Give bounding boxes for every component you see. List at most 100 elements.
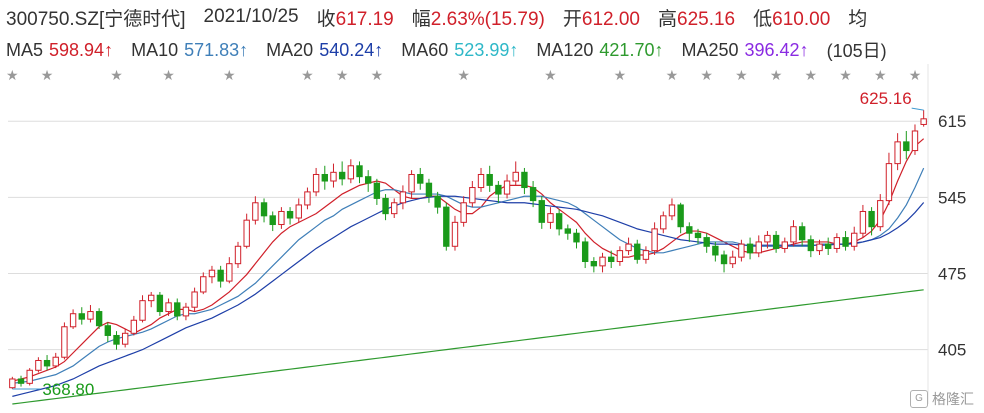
event-marker-icon: ★ — [223, 68, 236, 84]
candle-body — [599, 256, 606, 267]
event-marker-icon: ★ — [41, 68, 54, 84]
candle-body — [651, 228, 658, 252]
candle-body — [52, 356, 59, 367]
candle-body — [373, 182, 381, 199]
candle-body — [330, 171, 337, 182]
ma-legend-value: 571.83↑ — [184, 39, 249, 60]
candle-body — [35, 359, 42, 371]
candle-body — [234, 245, 242, 265]
watermark: G 格隆汇 — [910, 389, 974, 409]
candle-body — [243, 219, 250, 247]
candle-body — [686, 226, 693, 234]
candle-body — [668, 204, 676, 217]
candle-body — [877, 200, 884, 228]
ma-legend-label: MA120 — [536, 39, 594, 60]
ma-legend-value: (105日) — [826, 41, 887, 61]
ma-legend-item: MA10 571.83↑ — [131, 40, 248, 61]
close-label: 收 — [316, 8, 336, 30]
candle-body — [642, 250, 650, 260]
y-tick-label: 405 — [938, 341, 966, 360]
event-marker-icon: ★ — [457, 68, 470, 84]
candle-body — [868, 210, 875, 228]
quote-header: 300750.SZ[宁德时代] 2021/10/25 收617.19 幅2.63… — [0, 0, 984, 34]
candle-body — [304, 191, 311, 206]
ma-legend-item: MA250 396.42↑ — [681, 40, 808, 61]
stock-code[interactable]: 300750.SZ[宁德时代] — [6, 4, 186, 31]
candle-body — [338, 171, 346, 180]
event-marker-icon: ★ — [839, 68, 852, 84]
candle-body — [859, 210, 867, 234]
candle-body — [486, 173, 493, 186]
candle-body — [772, 234, 780, 249]
close-value: 617.19 — [335, 8, 394, 30]
candle-body — [278, 210, 285, 226]
candle-body — [798, 226, 806, 241]
candle-body — [495, 184, 502, 195]
event-marker-icon: ★ — [544, 68, 557, 84]
quote-date: 2021/10/25 — [203, 6, 299, 27]
candlestick-chart[interactable]: 405 475 545 615 625.16 368.80 ★ ★ ★ ★ ★ ★ ★ ★ ★ ★ ★ ★ ★ ★ ★ ★… — [0, 64, 984, 413]
candle-body — [712, 245, 719, 256]
watermark-logo: G — [910, 390, 928, 408]
candle-body — [130, 319, 138, 334]
candle-body — [451, 221, 459, 247]
ma-line-ma5 — [12, 138, 925, 382]
candle-body — [286, 210, 294, 219]
candle-body — [43, 359, 51, 367]
candle-body — [625, 243, 632, 252]
candle-body — [920, 118, 927, 125]
ma-legend-label: MA250 — [681, 39, 739, 60]
candle-body — [538, 200, 545, 223]
candle-body — [755, 241, 762, 254]
candle-body — [703, 237, 710, 247]
y-tick-label: 545 — [938, 188, 966, 207]
candle-body — [634, 243, 641, 260]
high-label: 高 — [658, 8, 678, 30]
candle-body — [460, 202, 467, 223]
high-annotation: 625.16 — [860, 89, 912, 108]
ma-legend-item: MA5 598.94↑ — [6, 40, 113, 61]
event-marker-icon: ★ — [666, 68, 679, 84]
candle-body — [9, 378, 16, 389]
event-marker-icon: ★ — [6, 68, 19, 84]
ma-legend-value: 396.42↑ — [744, 39, 809, 60]
candle-body — [113, 334, 120, 345]
candle-body — [660, 215, 667, 230]
candle-body — [521, 171, 528, 189]
event-marker-icon: ★ — [700, 68, 713, 84]
candle-body — [226, 263, 233, 282]
candle-body — [833, 237, 841, 249]
candle-body — [746, 243, 754, 254]
ma-legend-label: MA60 — [401, 39, 449, 60]
low-value: 610.00 — [772, 8, 831, 30]
event-marker-icon: ★ — [805, 68, 818, 84]
candle-body — [469, 187, 476, 204]
ma-legend-value: 540.24↑ — [319, 39, 384, 60]
candle-body — [443, 206, 450, 247]
candle-body — [477, 173, 485, 189]
candle-body — [399, 191, 407, 204]
ma-legend: MA5 598.94↑ MA10 571.83↑ MA20 540.24↑ MA60 523.… — [0, 36, 984, 64]
candle-body — [842, 237, 849, 247]
candle-body — [321, 173, 328, 182]
candle-body — [573, 232, 580, 243]
candle-body — [26, 369, 33, 384]
change-label: 幅 — [411, 8, 431, 30]
candle-body — [148, 294, 155, 302]
candle-body — [547, 213, 554, 223]
candle-body — [781, 241, 788, 249]
candle-body — [764, 234, 771, 243]
candle-body — [408, 173, 415, 193]
candle-body — [425, 182, 433, 197]
ma-legend-item: (105日) — [827, 37, 887, 63]
ma-legend-item: MA60 523.99↑ — [401, 40, 518, 61]
candle-body — [581, 241, 589, 263]
high-value: 625.16 — [677, 8, 736, 30]
candle-body — [252, 202, 259, 221]
ma-legend-label: MA5 — [6, 39, 44, 60]
candle-body — [720, 254, 728, 265]
event-marker-icon: ★ — [371, 68, 384, 84]
ma-legend-value: 598.94↑ — [49, 39, 114, 60]
candle-body — [608, 256, 615, 263]
candle-body — [616, 250, 624, 263]
